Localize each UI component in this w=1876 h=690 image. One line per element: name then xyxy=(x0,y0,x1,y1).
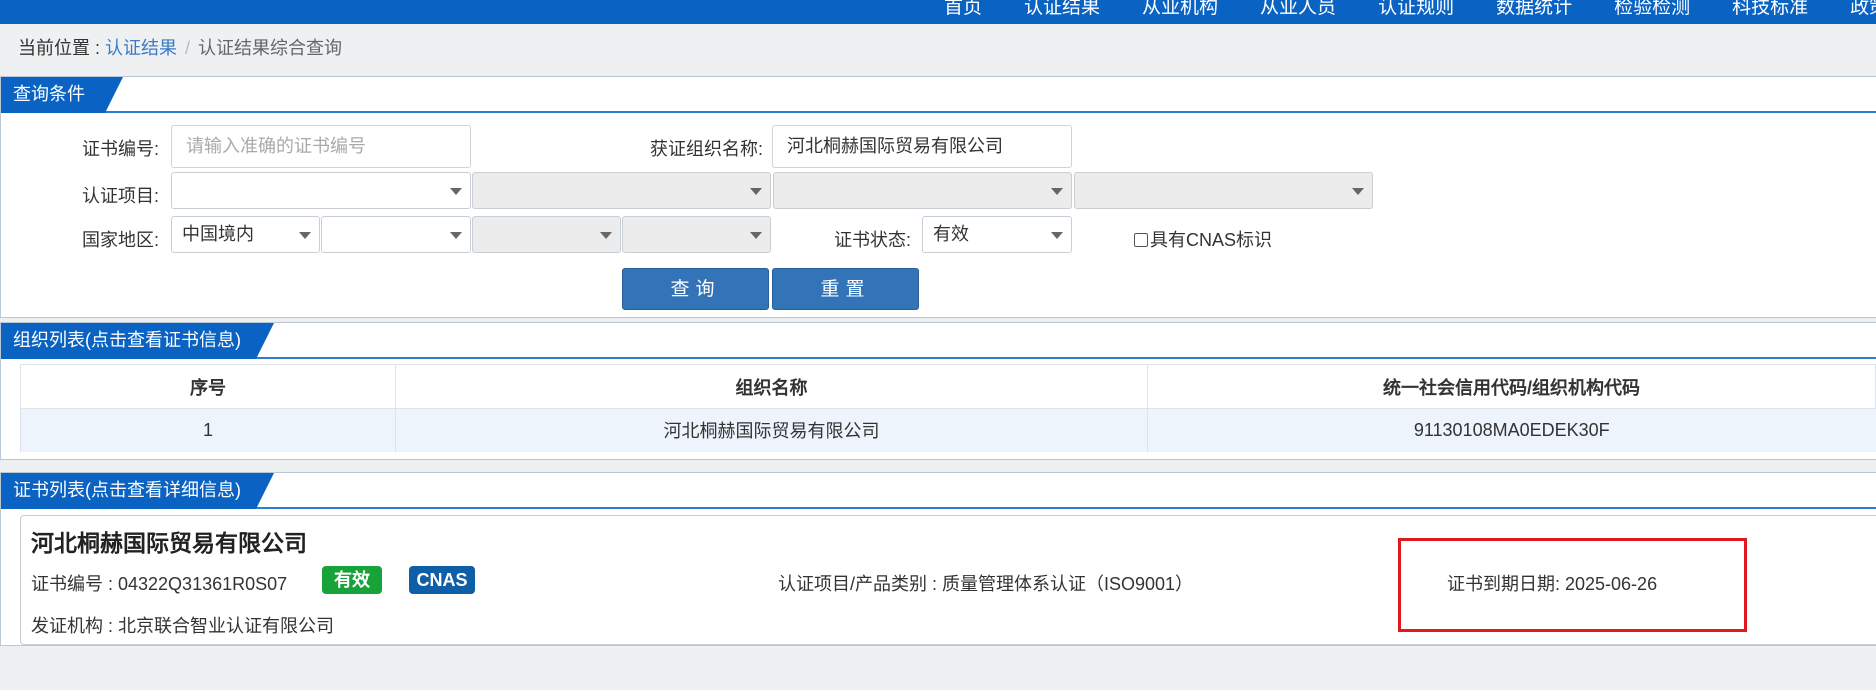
nav-item-statistics[interactable]: 数据统计 xyxy=(1496,0,1572,19)
table-row[interactable]: 1 河北桐赫国际贸易有限公司 91130108MA0EDEK30F xyxy=(20,408,1876,452)
project-label: 认证项目: xyxy=(82,186,160,206)
status-label: 证书状态: xyxy=(834,230,912,250)
region-label: 国家地区: xyxy=(82,230,160,250)
project-select-4[interactable] xyxy=(1074,172,1373,209)
org-list-panel-header: 组织列表(点击查看证书信息) xyxy=(1,323,1876,359)
breadcrumb-prefix: 当前位置 : xyxy=(18,38,106,58)
org-name-label: 获证组织名称: xyxy=(650,139,764,159)
table-header-row: 序号 组织名称 统一社会信用代码/组织机构代码 xyxy=(20,364,1876,409)
column-header-credit-code: 统一社会信用代码/组织机构代码 xyxy=(1147,364,1876,409)
chevron-down-icon xyxy=(450,232,462,239)
region-select-country[interactable]: 中国境内 xyxy=(171,216,320,253)
project-select-2[interactable] xyxy=(472,172,771,209)
org-name-input[interactable]: 河北桐赫国际贸易有限公司 xyxy=(772,125,1072,168)
region-select-district[interactable] xyxy=(622,216,771,253)
nav-item-cert-results[interactable]: 认证结果 xyxy=(1024,0,1100,19)
chevron-down-icon xyxy=(450,188,462,195)
column-header-org-name: 组织名称 xyxy=(395,364,1148,409)
main-nav: 首页 认证结果 从业机构 从业人员 认证规则 数据统计 检验检测 科技标准 政策法 xyxy=(944,0,1876,19)
nav-item-institutions[interactable]: 从业机构 xyxy=(1142,0,1218,19)
breadcrumb-link-cert-results[interactable]: 认证结果 xyxy=(105,38,177,58)
chevron-down-icon xyxy=(1051,188,1063,195)
nav-item-standards[interactable]: 科技标准 xyxy=(1732,0,1808,19)
expiry-highlight-box xyxy=(1398,538,1747,632)
status-select-value: 有效 xyxy=(933,224,969,244)
checkbox-icon[interactable] xyxy=(1134,233,1148,247)
org-table: 序号 组织名称 统一社会信用代码/组织机构代码 1 河北桐赫国际贸易有限公司 9… xyxy=(20,364,1876,452)
cert-card-org-name[interactable]: 河北桐赫国际贸易有限公司 xyxy=(31,524,307,558)
chevron-down-icon xyxy=(299,232,311,239)
table-cell-credit-code: 91130108MA0EDEK30F xyxy=(1147,408,1876,452)
region-select-province[interactable] xyxy=(321,216,471,253)
cert-card-project: 认证项目/产品类别 : 质量管理体系认证（ISO9001） xyxy=(778,574,1194,594)
query-panel-tab: 查询条件 xyxy=(1,77,123,113)
cnas-checkbox-label: 具有CNAS标识 xyxy=(1150,230,1273,250)
cert-no-input[interactable]: 请输入准确的证书编号 xyxy=(171,125,471,168)
cert-card-issuer: 发证机构 : 北京联合智业认证有限公司 xyxy=(31,616,335,636)
nav-item-inspection[interactable]: 检验检测 xyxy=(1614,0,1690,19)
breadcrumb-current: 认证结果综合查询 xyxy=(198,38,343,58)
column-header-index: 序号 xyxy=(20,364,396,409)
query-panel-header: 查询条件 xyxy=(1,77,1876,113)
org-list-panel-tab: 组织列表(点击查看证书信息) xyxy=(1,323,274,359)
table-cell-index: 1 xyxy=(20,408,396,452)
table-cell-org-name[interactable]: 河北桐赫国际贸易有限公司 xyxy=(395,408,1148,452)
search-button[interactable]: 查询 xyxy=(622,268,769,310)
reset-button[interactable]: 重置 xyxy=(772,268,919,310)
breadcrumb-separator: / xyxy=(185,38,191,58)
cnas-checkbox[interactable]: 具有CNAS标识 xyxy=(1134,226,1272,252)
status-select[interactable]: 有效 xyxy=(922,216,1072,253)
cert-list-panel-tab: 证书列表(点击查看详细信息) xyxy=(1,473,274,509)
status-badge: 有效 xyxy=(322,566,382,594)
region-select-value: 中国境内 xyxy=(182,224,254,244)
top-nav-bar: 首页 认证结果 从业机构 从业人员 认证规则 数据统计 检验检测 科技标准 政策法 xyxy=(0,0,1876,24)
chevron-down-icon xyxy=(600,232,612,239)
region-select-city[interactable] xyxy=(472,216,621,253)
breadcrumb: 当前位置 : 认证结果 / 认证结果综合查询 xyxy=(18,34,342,60)
cert-card-cert-no: 证书编号 : 04322Q31361R0S07 xyxy=(31,574,288,594)
nav-item-home[interactable]: 首页 xyxy=(944,0,982,19)
chevron-down-icon xyxy=(1051,232,1063,239)
project-select-3[interactable] xyxy=(773,172,1072,209)
chevron-down-icon xyxy=(750,232,762,239)
chevron-down-icon xyxy=(1352,188,1364,195)
cert-no-label: 证书编号: xyxy=(82,139,160,159)
chevron-down-icon xyxy=(750,188,762,195)
nav-item-policy[interactable]: 政策法 xyxy=(1850,0,1876,19)
cert-list-panel-header: 证书列表(点击查看详细信息) xyxy=(1,473,1876,509)
cnas-badge: CNAS xyxy=(409,566,475,594)
nav-item-personnel[interactable]: 从业人员 xyxy=(1260,0,1336,19)
project-select-1[interactable] xyxy=(171,172,471,209)
nav-item-rules[interactable]: 认证规则 xyxy=(1378,0,1454,19)
